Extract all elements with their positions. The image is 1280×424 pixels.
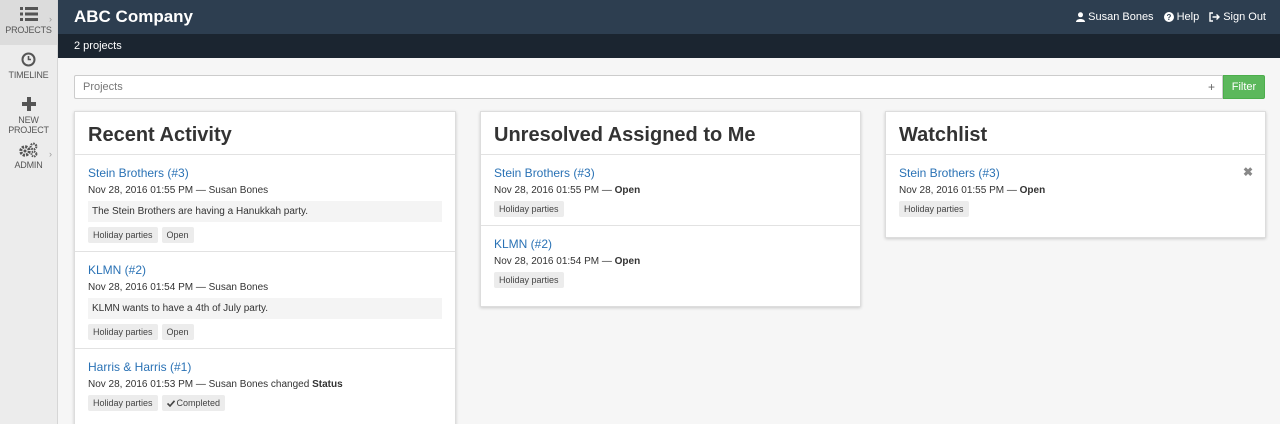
- plus-icon: [0, 90, 57, 115]
- sidebar-item-timeline[interactable]: TIMELINE: [0, 45, 57, 90]
- activity-description: KLMN wants to have a 4th of July party.: [88, 298, 442, 319]
- activity-meta: Nov 28, 2016 01:54 PM — Open: [494, 256, 847, 267]
- project-link[interactable]: Stein Brothers (#3): [899, 166, 1000, 180]
- add-filter-icon[interactable]: +: [1208, 80, 1215, 94]
- user-name: Susan Bones: [208, 185, 269, 196]
- projects-filter-input[interactable]: [75, 76, 1175, 98]
- tag-list: Holiday parties: [494, 201, 847, 217]
- category-tag[interactable]: Holiday parties: [494, 201, 564, 217]
- user-name: Susan Bones: [1088, 11, 1154, 23]
- category-tag[interactable]: Holiday parties: [88, 324, 158, 340]
- help-label: Help: [1176, 11, 1200, 23]
- user-link[interactable]: Susan Bones: [1076, 11, 1154, 23]
- brand-title[interactable]: ABC Company: [74, 7, 193, 27]
- sidebar-item-new-project[interactable]: NEW PROJECT: [0, 90, 57, 135]
- project-link[interactable]: Stein Brothers (#3): [494, 166, 595, 180]
- separator: —: [601, 256, 612, 267]
- activity-meta: Nov 28, 2016 01:55 PM — Open: [899, 185, 1252, 196]
- separator: —: [1006, 185, 1017, 196]
- list-item: Stein Brothers (#3) Nov 28, 2016 01:55 P…: [75, 155, 455, 252]
- sidebar-item-label: NEW PROJECT: [8, 115, 49, 135]
- activity-meta: Nov 28, 2016 01:53 PM — Susan Bones chan…: [88, 379, 442, 390]
- list-item: KLMN (#2) Nov 28, 2016 01:54 PM — Susan …: [75, 252, 455, 349]
- sidebar-item-projects[interactable]: PROJECTS ›: [0, 0, 57, 45]
- timestamp: Nov 28, 2016 01:54 PM: [494, 256, 600, 267]
- category-tag[interactable]: Holiday parties: [88, 395, 158, 411]
- list-item: KLMN (#2) Nov 28, 2016 01:54 PM — Open H…: [481, 226, 860, 296]
- status-tag[interactable]: Open: [161, 324, 194, 340]
- user-name: Susan Bones: [208, 282, 269, 293]
- list-item: Stein Brothers (#3) Nov 28, 2016 01:55 P…: [481, 155, 860, 226]
- recent-activity-panel: Recent Activity Stein Brothers (#3) Nov …: [74, 111, 456, 424]
- timestamp: Nov 28, 2016 01:55 PM: [88, 185, 194, 196]
- changed-field: Status: [312, 379, 343, 390]
- sidebar-item-label: ADMIN: [14, 160, 43, 170]
- sidebar-item-admin[interactable]: ADMIN ›: [0, 135, 57, 180]
- help-link[interactable]: ? Help: [1163, 11, 1200, 23]
- unresolved-panel: Unresolved Assigned to Me Stein Brothers…: [480, 111, 861, 307]
- top-navbar: ABC Company Susan Bones ? Help Sign Out: [58, 0, 1280, 34]
- sidebar-item-label: TIMELINE: [8, 70, 49, 80]
- tag-list: Holiday parties Open: [88, 227, 442, 243]
- timestamp: Nov 28, 2016 01:54 PM: [88, 282, 194, 293]
- panel-title: Unresolved Assigned to Me: [481, 112, 860, 155]
- project-link[interactable]: Stein Brothers (#3): [88, 166, 189, 180]
- status-text: Open: [614, 185, 641, 196]
- separator: —: [195, 282, 206, 293]
- user-icon: [1076, 12, 1086, 22]
- activity-description: The Stein Brothers are having a Hanukkah…: [88, 201, 442, 222]
- close-icon[interactable]: ✖: [1243, 165, 1253, 179]
- category-tag[interactable]: Holiday parties: [494, 272, 564, 288]
- project-link[interactable]: KLMN (#2): [494, 237, 552, 251]
- activity-meta: Nov 28, 2016 01:54 PM — Susan Bones: [88, 282, 442, 293]
- filter-row: + Filter: [74, 75, 1265, 99]
- status-tag[interactable]: Open: [161, 227, 194, 243]
- status-tag[interactable]: Completed: [161, 395, 226, 411]
- project-link[interactable]: Harris & Harris (#1): [88, 360, 191, 374]
- chevron-right-icon: ›: [49, 149, 52, 159]
- project-link[interactable]: KLMN (#2): [88, 263, 146, 277]
- status-label: Completed: [176, 398, 221, 408]
- activity-meta: Nov 28, 2016 01:55 PM — Open: [494, 185, 847, 196]
- status-text: Open: [1019, 185, 1046, 196]
- separator: —: [601, 185, 612, 196]
- sign-out-link[interactable]: Sign Out: [1209, 11, 1266, 23]
- project-count-bar: 2 projects: [58, 34, 1280, 58]
- tag-list: Holiday parties Completed: [88, 395, 442, 411]
- filter-button[interactable]: Filter: [1223, 75, 1265, 99]
- timestamp: Nov 28, 2016 01:53 PM: [88, 379, 194, 390]
- sidebar-item-label: PROJECTS: [5, 25, 52, 35]
- tag-list: Holiday parties: [494, 272, 847, 288]
- category-tag[interactable]: Holiday parties: [88, 227, 158, 243]
- sign-out-icon: [1209, 12, 1221, 22]
- panel-title: Recent Activity: [75, 112, 455, 155]
- sidebar: PROJECTS › TIMELINE NEW PROJECT ADMIN ›: [0, 0, 58, 424]
- panel-title: Watchlist: [886, 112, 1265, 155]
- category-tag[interactable]: Holiday parties: [899, 201, 969, 217]
- project-count: 2 projects: [74, 40, 122, 52]
- projects-filter-box: +: [74, 75, 1223, 99]
- watchlist-panel: Watchlist Stein Brothers (#3) ✖ Nov 28, …: [885, 111, 1266, 238]
- svg-text:?: ?: [1166, 13, 1171, 22]
- question-circle-icon: ?: [1163, 12, 1174, 22]
- status-text: Open: [614, 256, 641, 267]
- user-menu: Susan Bones ? Help Sign Out: [1076, 11, 1266, 23]
- sign-out-label: Sign Out: [1223, 11, 1266, 23]
- user-name: Susan Bones changed: [208, 379, 310, 390]
- check-icon: [166, 399, 175, 407]
- activity-meta: Nov 28, 2016 01:55 PM — Susan Bones: [88, 185, 442, 196]
- timestamp: Nov 28, 2016 01:55 PM: [899, 185, 1005, 196]
- chevron-right-icon: ›: [49, 14, 52, 24]
- clock-icon: [0, 45, 57, 70]
- list-item: Stein Brothers (#3) ✖ Nov 28, 2016 01:55…: [886, 155, 1265, 225]
- tag-list: Holiday parties: [899, 201, 1252, 217]
- separator: —: [195, 185, 206, 196]
- list-item: Harris & Harris (#1) Nov 28, 2016 01:53 …: [75, 349, 455, 419]
- timestamp: Nov 28, 2016 01:55 PM: [494, 185, 600, 196]
- tag-list: Holiday parties Open: [88, 324, 442, 340]
- separator: —: [195, 379, 206, 390]
